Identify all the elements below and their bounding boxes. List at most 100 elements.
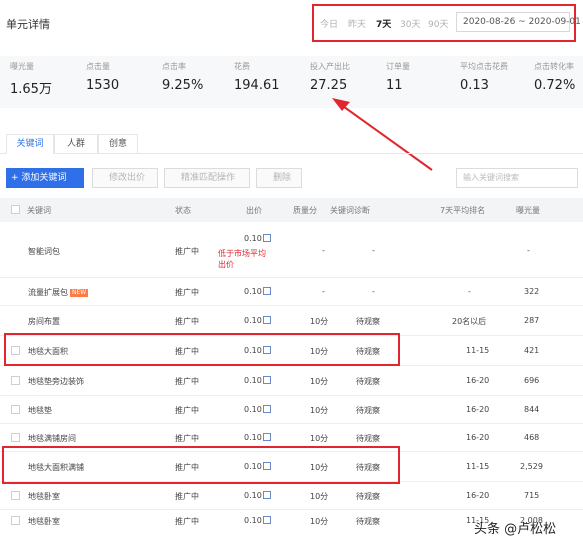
edit-bid-icon[interactable]: [263, 234, 271, 242]
tab-keywords[interactable]: 关键词: [6, 134, 54, 154]
range-90days[interactable]: 90天: [428, 17, 448, 30]
edit-bid-icon[interactable]: [263, 316, 271, 324]
metric-label: 订单量: [386, 62, 410, 71]
new-badge: NEW: [70, 288, 89, 297]
quality-cell: 10分: [310, 492, 329, 501]
edit-bid-button[interactable]: 修改出价: [92, 168, 158, 188]
status-cell: 推广中: [175, 434, 199, 443]
rank-cell: -: [468, 287, 471, 296]
bid-cell: 0.10: [244, 316, 262, 325]
keyword-cell: 流量扩展包 NEW: [28, 287, 89, 298]
rank-cell: 11-15: [466, 462, 490, 471]
keyword-cell: 地毯垫旁边装饰: [28, 377, 84, 386]
status-cell: 推广中: [175, 377, 199, 386]
table-row: 房间布置 推广中 0.10 10分 待观察 20名以后 287: [0, 306, 583, 336]
metric-value: 0.13: [460, 78, 489, 93]
add-keyword-button[interactable]: + 添加关键词: [6, 168, 84, 188]
metrics-bar: 曝光量 1.65万 点击量 1530 点击率 9.25% 花费 194.61 投…: [0, 56, 583, 108]
bid-cell: 0.10: [244, 234, 262, 243]
tab-audience[interactable]: 人群: [54, 134, 98, 154]
table-row: 地毯垫 推广中 0.10 10分 待观察 16-20 844: [0, 396, 583, 424]
diagnosis-cell: 待观察: [356, 377, 380, 386]
header-bid[interactable]: 出价: [246, 205, 262, 216]
range-7days[interactable]: 7天: [376, 17, 391, 30]
header-quality[interactable]: 质量分: [293, 205, 317, 216]
quality-cell: 10分: [310, 517, 329, 526]
exact-match-button[interactable]: 精准匹配操作: [164, 168, 250, 188]
quality-cell: 10分: [310, 406, 329, 415]
status-cell: 推广中: [175, 247, 199, 256]
header-impressions[interactable]: 曝光量: [516, 205, 540, 216]
metric-value: 9.25%: [162, 78, 204, 93]
metric-label: 曝光量: [10, 62, 34, 71]
row-highlight: [4, 333, 400, 366]
bid-cell: 0.10: [244, 287, 262, 296]
header-diagnosis: 关键词诊断: [330, 206, 370, 215]
range-yesterday[interactable]: 昨天: [348, 17, 366, 30]
metric-value: 0.72%: [534, 78, 576, 93]
edit-bid-icon[interactable]: [263, 405, 271, 413]
table-row: 地毯垫旁边装饰 推广中 0.10 10分 待观察 16-20 696: [0, 366, 583, 396]
edit-bid-icon[interactable]: [263, 376, 271, 384]
status-cell: 推广中: [175, 317, 199, 326]
status-cell: 推广中: [175, 492, 199, 501]
keyword-cell: 智能词包: [28, 247, 60, 256]
keyword-cell: 地毯卧室: [28, 517, 60, 526]
delete-label: 删除: [273, 173, 292, 183]
metric-label: 平均点击花费: [460, 62, 508, 71]
table-row: 流量扩展包 NEW 推广中 0.10 - - - 322: [0, 278, 583, 306]
impressions-cell: 287: [524, 316, 540, 325]
edit-bid-icon[interactable]: [263, 433, 271, 441]
keyword-cell: 地毯卧室: [28, 492, 60, 501]
row-checkbox[interactable]: [11, 433, 20, 442]
impressions-cell: 421: [524, 346, 540, 355]
row-checkbox[interactable]: [11, 405, 20, 414]
status-cell: 推广中: [175, 288, 199, 297]
edit-bid-icon[interactable]: [263, 287, 271, 295]
impressions-cell: 696: [524, 376, 540, 385]
header-rank[interactable]: 7天平均排名: [440, 205, 485, 216]
exact-match-label: 精准匹配操作: [181, 173, 236, 183]
range-today[interactable]: 今日: [320, 17, 338, 30]
row-checkbox[interactable]: [11, 491, 20, 500]
rank-cell: 20名以后: [452, 317, 487, 326]
diagnosis-cell: 待观察: [356, 406, 380, 415]
keyword-cell: 地毯满铺房间: [28, 434, 76, 443]
row-checkbox[interactable]: [11, 516, 20, 525]
keyword-cell: 房间布置: [28, 317, 60, 326]
bid-cell: 0.10: [244, 491, 262, 500]
impressions-cell: 322: [524, 287, 540, 296]
range-30days[interactable]: 30天: [400, 17, 420, 30]
rank-cell: 11-15: [466, 346, 490, 355]
impressions-cell: -: [527, 246, 530, 255]
quality-cell: 10分: [310, 317, 329, 326]
header: 单元详情 今日 昨天 7天 30天 90天 2020-08-26 ~ 2020-…: [0, 0, 583, 48]
diagnosis-cell: 待观察: [356, 517, 380, 526]
edit-bid-label: 修改出价: [109, 173, 146, 183]
tab-creative[interactable]: 创意: [98, 134, 138, 154]
diagnosis-cell: 待观察: [356, 317, 380, 326]
metric-label: 点击转化率: [534, 62, 574, 71]
watermark: 头条 @卢松松: [474, 522, 557, 537]
status-cell: 推广中: [175, 406, 199, 415]
metric-value: 194.61: [234, 78, 280, 93]
keyword-search-input[interactable]: 输入关键词搜索: [456, 168, 578, 188]
bid-cell: 0.10: [244, 516, 262, 525]
delete-button[interactable]: 删除: [256, 168, 302, 188]
impressions-cell: 715: [524, 491, 540, 500]
header-status: 状态: [175, 206, 191, 215]
date-range-picker[interactable]: 2020-08-26 ~ 2020-09-01: [456, 12, 581, 32]
metric-label: 点击量: [86, 62, 110, 71]
keyword-cell: 地毯垫: [28, 406, 52, 415]
edit-bid-icon[interactable]: [263, 491, 271, 499]
metric-value: 1.65万: [10, 82, 52, 97]
metric-value: 11: [386, 78, 403, 93]
edit-bid-icon[interactable]: [263, 516, 271, 524]
metric-value: 27.25: [310, 78, 348, 93]
quality-cell: -: [322, 246, 325, 255]
page-title: 单元详情: [6, 18, 50, 31]
impressions-cell: 844: [524, 405, 540, 414]
row-checkbox[interactable]: [11, 376, 20, 385]
header-keyword[interactable]: 关键词: [27, 205, 51, 216]
select-all-checkbox[interactable]: [11, 205, 20, 214]
